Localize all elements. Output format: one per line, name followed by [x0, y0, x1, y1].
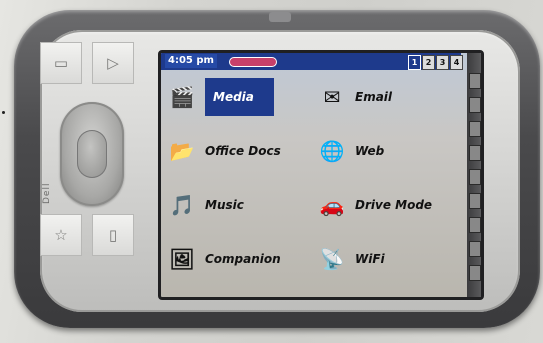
clock[interactable]: 4:05 pm	[165, 54, 217, 68]
calendar-button[interactable]: ▭	[40, 42, 82, 84]
tab-2[interactable]: 2	[422, 55, 435, 70]
launcher-label: WiFi	[355, 252, 385, 266]
contacts-button[interactable]: ▷	[92, 42, 134, 84]
contacts-icon: ▷	[107, 54, 119, 72]
status-bar: 4:05 pm 1 2 3 4	[161, 53, 463, 70]
launcher-item-email[interactable]: ✉ Email	[313, 75, 392, 119]
star-icon: ☆	[54, 226, 68, 244]
battery-indicator	[229, 57, 277, 67]
music-icon: 🎵	[169, 193, 195, 217]
companion-icon: 🖼	[169, 247, 195, 271]
page-dot	[2, 111, 5, 114]
launcher-item-drive-mode[interactable]: 🚗 Drive Mode	[313, 183, 433, 227]
email-icon: ✉	[323, 85, 341, 109]
launcher-item-companion[interactable]: 🖼 Companion	[163, 237, 281, 281]
scroll-button[interactable]	[469, 97, 481, 113]
email-hardware-button[interactable]: ▯	[92, 214, 134, 256]
launcher-item-wifi[interactable]: 📡 WiFi	[313, 237, 385, 281]
envelope-icon: ▯	[108, 226, 118, 244]
launcher-label: Drive Mode	[355, 198, 433, 212]
launcher-item-office-docs[interactable]: 📂 Office Docs	[163, 129, 281, 173]
launcher-item-music[interactable]: 🎵 Music	[163, 183, 244, 227]
launcher-label: Email	[355, 90, 393, 104]
select-button[interactable]	[77, 130, 107, 178]
scroll-button[interactable]	[469, 241, 481, 257]
office-docs-icon: 📂	[169, 139, 195, 163]
home-button[interactable]: ☆	[40, 214, 82, 256]
web-icon: 🌐	[319, 139, 345, 163]
tab-1[interactable]: 1	[408, 55, 421, 70]
scroll-button[interactable]	[469, 169, 481, 185]
top-power-button[interactable]	[269, 12, 291, 22]
launcher-label: Music	[205, 198, 244, 212]
side-scrollbar[interactable]	[467, 53, 481, 297]
launcher-item-web[interactable]: 🌐 Web	[313, 129, 385, 173]
media-icon: 🎬	[169, 85, 195, 109]
launcher-item-media[interactable]: 🎬 Media	[163, 75, 274, 119]
page-tabs: 1 2 3 4	[407, 55, 463, 70]
launcher-label: Media	[205, 78, 274, 116]
launcher-label: Companion	[205, 252, 281, 266]
scroll-button[interactable]	[469, 73, 481, 89]
control-panel: ▭ ▷ ☆ ▯ Dell	[40, 42, 144, 278]
wifi-icon: 📡	[319, 247, 345, 271]
brand-label: Dell	[42, 182, 52, 204]
launcher-label: Office Docs	[205, 144, 281, 158]
launcher-label: Web	[355, 144, 385, 158]
tab-4[interactable]: 4	[450, 55, 463, 70]
scroll-button[interactable]	[469, 265, 481, 281]
calendar-icon: ▭	[53, 54, 69, 72]
scroll-button[interactable]	[469, 217, 481, 233]
tab-3[interactable]: 3	[436, 55, 449, 70]
screen: 4:05 pm 1 2 3 4 🎬 Media 📂 Office Docs 🎵	[158, 50, 484, 300]
scroll-button[interactable]	[469, 121, 481, 137]
scroll-button[interactable]	[469, 193, 481, 209]
scroll-button[interactable]	[469, 145, 481, 161]
navigation-pad[interactable]	[60, 102, 124, 206]
drive-mode-icon: 🚗	[319, 193, 345, 217]
